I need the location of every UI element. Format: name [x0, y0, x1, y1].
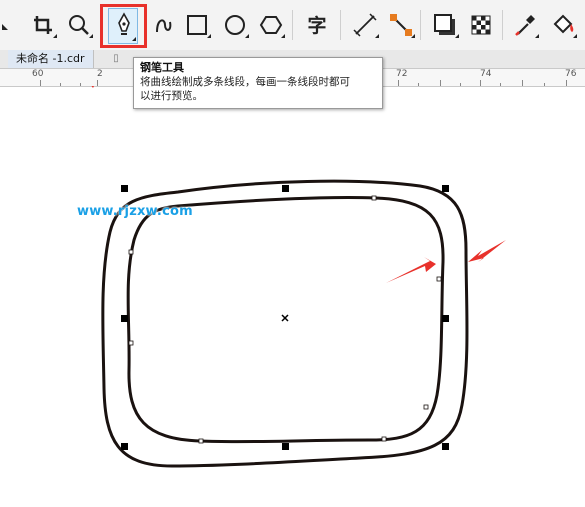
curve-node[interactable] [381, 436, 387, 442]
tooltip-title: 钢笔工具 [140, 61, 184, 74]
curve-node[interactable] [436, 276, 442, 282]
ruler-label: 2 [97, 69, 103, 79]
drawing-canvas[interactable] [0, 86, 585, 507]
selection-handle[interactable] [442, 315, 449, 322]
curve-node[interactable] [128, 249, 134, 255]
text-tool-button[interactable]: 字 [302, 10, 332, 40]
annotation-arrow-up [91, 86, 94, 88]
drop-shadow-tool-button[interactable] [430, 10, 460, 40]
selection-handle[interactable] [121, 185, 128, 192]
document-tab-close-icon[interactable]: ▯ [110, 52, 122, 65]
curve-node[interactable] [423, 404, 429, 410]
selection-handle[interactable] [282, 185, 289, 192]
curve-node[interactable] [128, 340, 134, 346]
annotation-arrow-right [386, 257, 436, 283]
pen-tool-highlight-box [100, 4, 147, 48]
ellipse-tool-button[interactable] [220, 10, 250, 40]
curve-icon [156, 19, 172, 33]
ruler-label: 76 [565, 69, 577, 79]
ruler-label: 74 [480, 69, 492, 79]
center-marker[interactable] [281, 314, 289, 322]
annotation-arrow-left [468, 240, 506, 262]
crop-tool-button[interactable] [28, 10, 58, 40]
curve-node[interactable] [371, 195, 377, 201]
document-tab-title: 未命名 -1.cdr [16, 52, 85, 65]
fill-tool-button[interactable] [548, 10, 578, 40]
checkerboard-icon [471, 15, 491, 35]
text-icon: 字 [307, 14, 326, 37]
selection-handle[interactable] [121, 443, 128, 450]
polygon-tool-button[interactable] [256, 10, 286, 40]
transparency-tool-button[interactable] [466, 10, 496, 40]
dimension-tool-button[interactable] [350, 10, 380, 40]
ruler-label: 60 [32, 69, 44, 79]
eyedropper-tool-button[interactable] [510, 10, 540, 40]
selection-handle[interactable] [121, 315, 128, 322]
curve-node[interactable] [198, 438, 204, 444]
main-toolbar: 字 [0, 0, 585, 51]
text-tool-glyph: 字 [307, 14, 326, 37]
selection-handle[interactable] [442, 443, 449, 450]
selection-handle[interactable] [282, 443, 289, 450]
outer-curve-shape[interactable] [101, 179, 469, 468]
zoom-tool-button[interactable] [64, 10, 94, 40]
bspline-tool-button[interactable] [148, 10, 178, 40]
rectangle-tool-button[interactable] [182, 10, 212, 40]
site-watermark: www.rjzxw.com [77, 204, 193, 219]
selection-handle[interactable] [442, 185, 449, 192]
connector-tool-button[interactable] [386, 10, 416, 40]
ruler-label: 72 [396, 69, 408, 79]
document-tab[interactable]: 未命名 -1.cdr [8, 50, 94, 68]
overflow-arrow-icon[interactable] [0, 10, 18, 40]
